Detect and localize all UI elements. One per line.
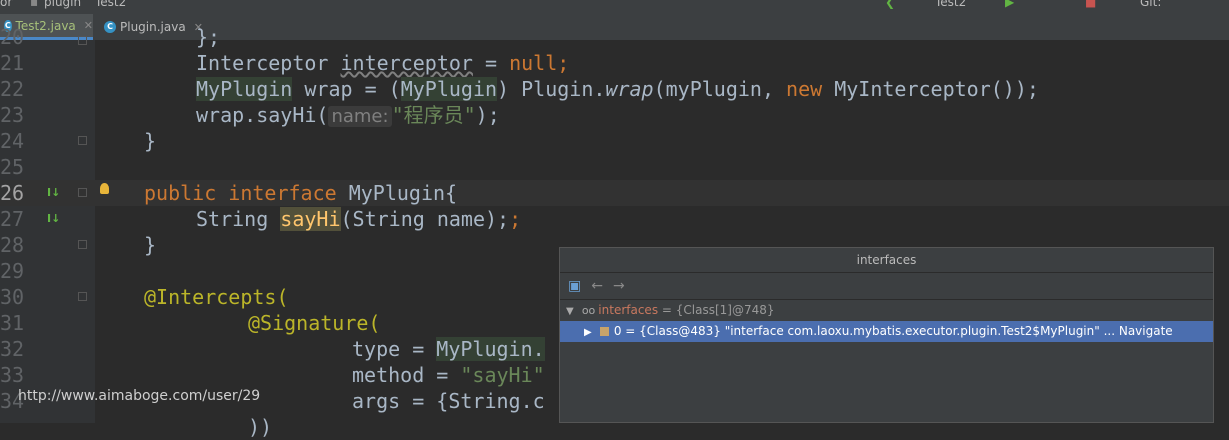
watermark: http://www.aimaboge.com/user/29 bbox=[18, 388, 261, 404]
breadcrumb-item[interactable]: plugin bbox=[44, 0, 81, 9]
code-line: 22 MyPlugin wrap = (MyPlugin) Plugin.wra… bbox=[0, 76, 1229, 102]
fold-icon[interactable] bbox=[78, 188, 87, 197]
code-text: )) bbox=[248, 415, 273, 439]
variable-row[interactable]: ▼ oo interfaces = {Class[1]@748} bbox=[560, 300, 1213, 321]
line-number: 31 bbox=[0, 311, 25, 335]
code-line: 26 public interface MyPlugin{ bbox=[0, 180, 1229, 206]
breadcrumb: or ▪ plugin Test2 ❮ Test2 ▶ ■ Git: bbox=[0, 0, 1229, 14]
run-config-select[interactable]: Test2 bbox=[935, 0, 966, 9]
popup-toolbar: ▣ ← → bbox=[560, 273, 1213, 300]
line-number: 32 bbox=[0, 337, 25, 361]
code-line: 27 String sayHi(String name);; bbox=[0, 206, 1229, 232]
code-text: wrap.sayHi(name: "程序员"); bbox=[196, 103, 500, 127]
expand-icon[interactable]: ▶ bbox=[584, 322, 596, 343]
code-text: public interface MyPlugin{ bbox=[144, 181, 458, 205]
code-text: String sayHi(String name);; bbox=[196, 207, 522, 231]
collapse-icon[interactable]: ▼ bbox=[566, 301, 578, 322]
breadcrumb-item[interactable]: Test2 bbox=[95, 0, 126, 9]
watch-icon: oo bbox=[581, 304, 596, 317]
forward-arrow-icon[interactable]: → bbox=[613, 278, 625, 294]
line-number: 21 bbox=[0, 51, 25, 75]
line-number: 30 bbox=[0, 285, 25, 309]
code-line: 21 Interceptor interceptor = null; bbox=[0, 50, 1229, 76]
line-number: 20 bbox=[0, 25, 25, 49]
back-arrow-icon[interactable]: ← bbox=[591, 278, 603, 294]
line-number: 27 bbox=[0, 207, 25, 231]
breadcrumb-item[interactable]: or bbox=[0, 0, 12, 9]
debug-inspect-popup[interactable]: interfaces ▣ ← → ▼ oo interfaces = {Class… bbox=[559, 247, 1214, 423]
run-icon[interactable]: ▶ bbox=[1005, 0, 1014, 9]
line-number: 34 bbox=[0, 389, 25, 413]
tree-view-icon[interactable]: ▣ bbox=[568, 278, 581, 294]
line-number: 25 bbox=[0, 155, 25, 179]
code-text: } bbox=[144, 129, 157, 153]
code-line: 25 bbox=[0, 154, 1229, 180]
stop-icon[interactable]: ■ bbox=[1085, 0, 1096, 9]
code-text: method = "sayHi" bbox=[352, 363, 545, 387]
code-text: MyPlugin wrap = (MyPlugin) Plugin.wrap(m… bbox=[196, 77, 1039, 101]
line-number: 33 bbox=[0, 363, 25, 387]
code-text: type = MyPlugin. bbox=[352, 337, 545, 361]
back-icon[interactable]: ❮ bbox=[885, 0, 895, 9]
code-line: 23 wrap.sayHi(name: "程序员"); bbox=[0, 102, 1229, 128]
fold-icon[interactable] bbox=[78, 240, 87, 249]
code-text: args = {String.c bbox=[352, 389, 545, 413]
line-number: 28 bbox=[0, 233, 25, 257]
code-line: 24 } bbox=[0, 128, 1229, 154]
code-text: } bbox=[144, 233, 157, 257]
line-number: 24 bbox=[0, 129, 25, 153]
code-text: }; bbox=[196, 25, 221, 49]
line-number: 26 bbox=[0, 181, 25, 205]
code-text: @Signature( bbox=[248, 311, 381, 335]
popup-title: interfaces bbox=[560, 248, 1213, 273]
implemented-icon[interactable]: I↓ bbox=[47, 212, 60, 225]
implemented-icon[interactable]: I↓ bbox=[47, 186, 60, 199]
parameter-hint: name: bbox=[328, 106, 392, 127]
code-text: Interceptor interceptor = null; bbox=[196, 51, 570, 75]
folder-icon: ▪ bbox=[30, 0, 39, 9]
line-number: 29 bbox=[0, 259, 25, 283]
git-label: Git: bbox=[1140, 0, 1162, 9]
field-icon bbox=[599, 327, 609, 336]
fold-icon[interactable] bbox=[78, 36, 87, 45]
variable-row-selected[interactable]: ▶ 0 = {Class@483} "interface com.laoxu.m… bbox=[560, 321, 1213, 342]
code-line: 20 }; bbox=[0, 24, 1229, 50]
fold-icon[interactable] bbox=[78, 136, 87, 145]
line-number: 23 bbox=[0, 103, 25, 127]
fold-icon[interactable] bbox=[78, 292, 87, 301]
line-number: 22 bbox=[0, 77, 25, 101]
lightbulb-icon[interactable] bbox=[100, 183, 109, 194]
code-text: @Intercepts( bbox=[144, 285, 289, 309]
